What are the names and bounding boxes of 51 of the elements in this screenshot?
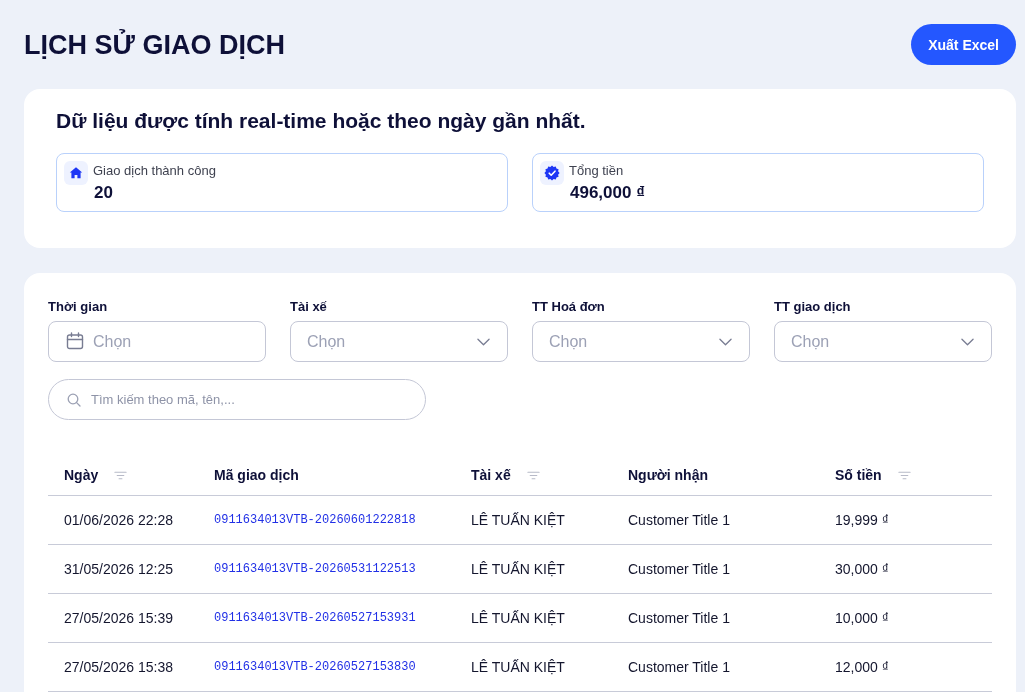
table-cell: 19,999 ₫: [835, 512, 889, 528]
column-header: Ngày: [64, 467, 99, 483]
transaction-code-link[interactable]: 0911634013VTB-20260531122513: [214, 562, 416, 576]
filter-icon[interactable]: [897, 470, 911, 480]
column-header: Mã giao dịch: [214, 467, 299, 483]
date-picker-field[interactable]: Chọn: [48, 321, 266, 362]
stat-label: Giao dịch thành công: [93, 163, 216, 179]
stat-value: 496,000 ₫: [570, 183, 645, 203]
chevron-down-icon: [961, 338, 974, 346]
transaction-code-link[interactable]: 0911634013VTB-20260527153931: [214, 611, 416, 625]
search-icon: [67, 393, 81, 407]
page-title: LỊCH SỬ GIAO DỊCH: [24, 28, 285, 61]
column-header: Tài xế: [471, 467, 511, 483]
dropdown-field[interactable]: Chọn: [290, 321, 508, 362]
column-header: Số tiền: [835, 467, 882, 483]
calendar-icon: [66, 332, 84, 350]
house-icon: [64, 161, 88, 185]
table-cell: 31/05/2026 12:25: [64, 561, 173, 577]
table-cell: LÊ TUẤN KIỆT: [471, 512, 565, 528]
filter-icon[interactable]: [526, 470, 540, 480]
export-excel-button[interactable]: Xuất Excel: [911, 24, 1016, 65]
chevron-down-icon: [477, 338, 490, 346]
table-cell: 10,000 ₫: [835, 610, 889, 626]
table-cell: Customer Title 1: [628, 659, 730, 675]
table-cell: LÊ TUẤN KIỆT: [471, 610, 565, 626]
column-header: Người nhận: [628, 467, 708, 483]
stat-label: Tổng tiền: [569, 163, 625, 179]
table-cell: Customer Title 1: [628, 610, 730, 626]
chevron-down-icon: [719, 338, 732, 346]
dropdown-field[interactable]: Chọn: [532, 321, 750, 362]
filter-icon[interactable]: [114, 470, 128, 480]
badge-check-icon: [540, 161, 564, 185]
table-cell: LÊ TUẤN KIỆT: [471, 659, 565, 675]
table-cell: LÊ TUẤN KIỆT: [471, 561, 565, 577]
stat-value: 20: [94, 183, 114, 203]
table-cell: Customer Title 1: [628, 512, 730, 528]
search-field[interactable]: Tìm kiếm theo mã, tên,...: [48, 379, 426, 420]
transaction-code-link[interactable]: 0911634013VTB-20260527153830: [214, 660, 416, 674]
table-cell: 27/05/2026 15:38: [64, 659, 173, 675]
table-cell: 01/06/2026 22:28: [64, 512, 173, 528]
table-cell: 12,000 ₫: [835, 659, 889, 675]
filter-label: TT Hoá đơn: [532, 299, 606, 315]
table-cell: 30,000 ₫: [835, 561, 889, 577]
dropdown-field[interactable]: Chọn: [774, 321, 992, 362]
filter-label: Thời gian: [48, 299, 109, 315]
table-cell: Customer Title 1: [628, 561, 730, 577]
filter-label: Tài xế: [290, 299, 328, 315]
filter-label: TT giao dịch: [774, 299, 852, 315]
transaction-code-link[interactable]: 0911634013VTB-20260601222818: [214, 513, 416, 527]
table-cell: 27/05/2026 15:39: [64, 610, 173, 626]
summary-heading: Dữ liệu được tính real-time hoặc theo ngày gần nhất.: [56, 109, 587, 133]
